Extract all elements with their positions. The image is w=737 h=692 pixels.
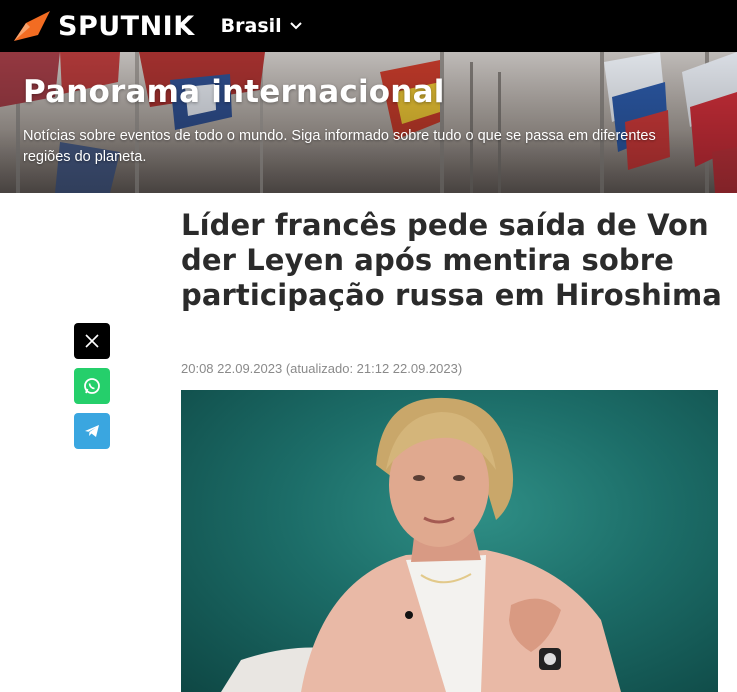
share-whatsapp-button[interactable] xyxy=(74,368,110,404)
edition-selector[interactable]: Brasil xyxy=(221,15,302,37)
section-title[interactable]: Panorama internacional xyxy=(23,74,445,110)
edition-label: Brasil xyxy=(220,15,282,37)
share-telegram-button[interactable] xyxy=(74,413,110,449)
article-title: Líder francês pede saída de Von der Leye… xyxy=(181,208,722,312)
published-time: 20:08 22.09.2023 xyxy=(181,361,283,376)
top-navbar: SPUTNIK Brasil xyxy=(0,0,737,52)
section-description: Notícias sobre eventos de todo o mundo. … xyxy=(23,128,656,165)
speaker-portrait-image xyxy=(221,397,621,692)
sputnik-logo[interactable]: SPUTNIK xyxy=(12,0,195,52)
share-x-button[interactable] xyxy=(74,323,110,359)
sputnik-logo-icon xyxy=(14,11,50,41)
article-timestamp: 20:08 22.09.2023 (atualizado: 21:12 22.0… xyxy=(181,361,462,376)
whatsapp-icon xyxy=(84,378,100,394)
article-photo xyxy=(181,390,718,692)
chevron-down-icon xyxy=(289,22,302,30)
telegram-icon xyxy=(85,425,99,437)
section-banner: Panorama internacional Notícias sobre ev… xyxy=(0,52,737,193)
logo-text: SPUTNIK xyxy=(58,10,195,42)
x-icon xyxy=(85,334,99,348)
updated-time: (atualizado: 21:12 22.09.2023) xyxy=(285,361,463,376)
